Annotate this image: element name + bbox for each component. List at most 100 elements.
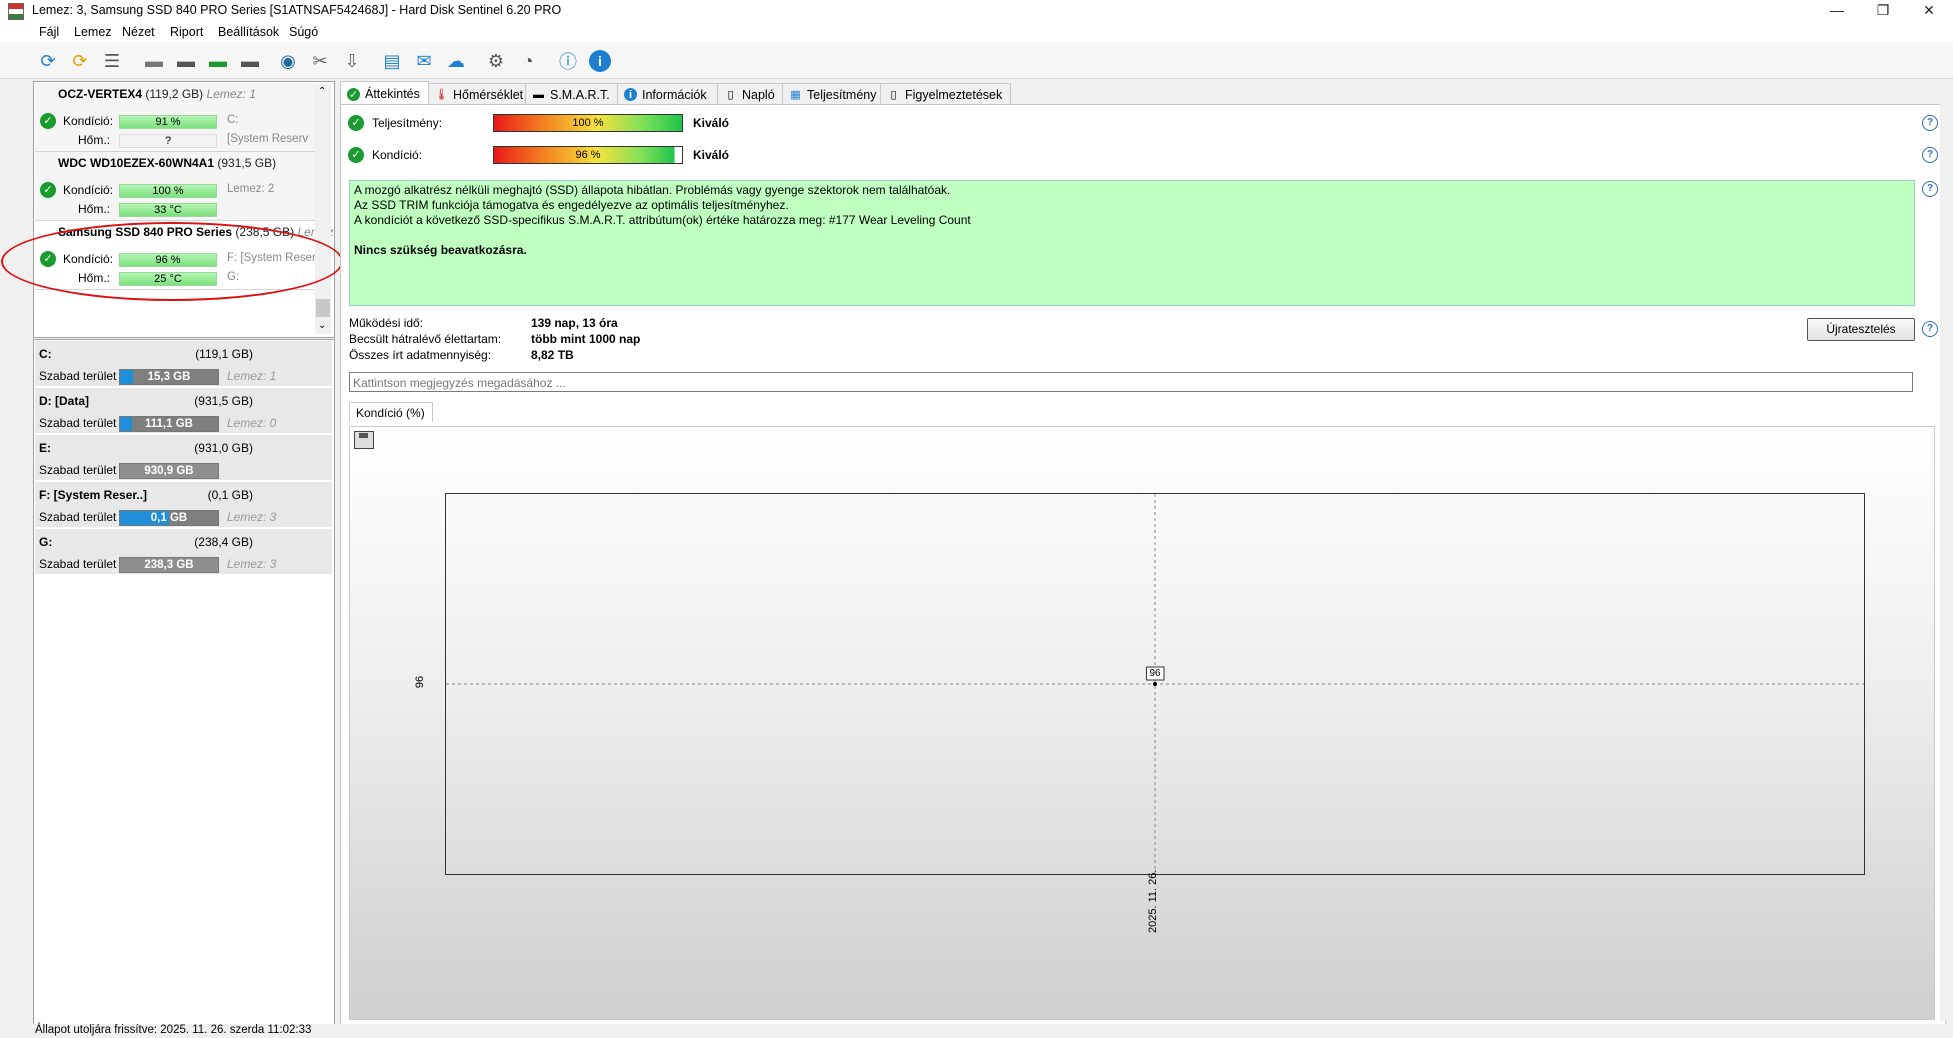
help-icon[interactable]: ? <box>1922 321 1938 337</box>
disk-item-ocz[interactable]: OCZ-VERTEX4 (119,2 GB) Lemez: 1 ✓ Kondíc… <box>35 83 316 152</box>
disk-ref: Lemez: 2 <box>227 183 275 195</box>
toolbar: ⟳ ⟳ ☰ ▬ ▬ ▬ ▬ ◉ ✂ ⇩ ▤ ✉ ☁ ⚙ ◔ ⓘ i <box>0 42 1953 79</box>
disk-gray-icon[interactable]: ▬ <box>141 48 167 74</box>
volume-disk-ref: Lemez: 1 <box>227 369 277 383</box>
disk-header: OCZ-VERTEX4 (119,2 GB) Lemez: 1 <box>58 87 256 101</box>
thermometer-icon: 🌡 <box>434 89 449 101</box>
total-written-label: Összes írt adatmennyiség: <box>349 348 492 362</box>
network-icon[interactable]: ☁ <box>443 48 469 74</box>
free-space-value: 0,1 GB <box>150 512 188 524</box>
ok-check-icon: ✓ <box>348 147 364 163</box>
volume-item-c[interactable]: C: (119,1 GB) Szabad terület 15,3 GB Lem… <box>35 341 332 387</box>
temp-bar: ? <box>119 134 217 148</box>
menu-disk[interactable]: Lemez <box>74 25 112 39</box>
help-icon[interactable]: ⓘ <box>555 48 581 74</box>
retest-button[interactable]: Újratesztelés <box>1807 318 1915 341</box>
free-space-value: 930,9 GB <box>144 465 194 477</box>
disk-name: WDC WD10EZEX-60WN4A1 <box>58 156 215 170</box>
help-icon[interactable]: ? <box>1922 115 1938 131</box>
volume-disk-ref: Lemez: 3 <box>227 557 277 571</box>
tab-smart[interactable]: ▬ S.M.A.R.T. <box>525 83 619 105</box>
settings-icon[interactable]: ⚙ <box>483 48 509 74</box>
y-tick-label: 96 <box>414 675 427 689</box>
performance-bar: 100 % <box>493 114 683 132</box>
volume-item-f[interactable]: F: [System Reser..] (0,1 GB) Szabad terü… <box>35 482 332 528</box>
condition-bar: 100 % <box>119 184 217 198</box>
tab-performance[interactable]: ▦ Teljesítmény <box>782 83 886 105</box>
disk-item-wdc[interactable]: WDC WD10EZEX-60WN4A1 (931,5 GB) ✓ Kondíc… <box>35 152 316 221</box>
disk-schedule-icon[interactable]: ▬ <box>173 48 199 74</box>
save-icon[interactable] <box>354 431 374 449</box>
volume-item-d[interactable]: D: [Data] (931,5 GB) Szabad terület 111,… <box>35 388 332 434</box>
annotation-ellipse <box>1 222 343 301</box>
volume-name: E: <box>39 441 51 455</box>
scroll-thumb[interactable] <box>316 299 330 317</box>
disk-header: WDC WD10EZEX-60WN4A1 (931,5 GB) <box>58 156 276 170</box>
menu-help[interactable]: Súgó <box>289 25 318 39</box>
scroll-down-icon[interactable]: ⌄ <box>318 320 326 331</box>
tab-log[interactable]: ▯ Napló <box>717 83 784 105</box>
maximize-button[interactable]: ❐ <box>1860 0 1906 22</box>
performance-chart-icon: ▦ <box>790 89 801 101</box>
status-message-box: A mozgó alkatrész nélküli meghajtó (SSD)… <box>349 180 1915 306</box>
volume-item-g[interactable]: G: (238,4 GB) Szabad terület 238,3 GB Le… <box>35 529 332 575</box>
refresh-icon[interactable]: ⟳ <box>35 48 61 74</box>
free-space-label: Szabad terület <box>39 369 117 383</box>
condition-value: 96 % <box>575 149 601 161</box>
note-input[interactable]: Kattintson megjegyzés megadásához ... <box>349 372 1913 392</box>
remaining-life-label: Becsült hátralévő élettartam: <box>349 332 502 346</box>
tab-label: Áttekintés <box>365 87 420 101</box>
tab-alerts[interactable]: ▯ Figyelmeztetések <box>880 83 1011 105</box>
condition-chart: 96 96 2025. 11. 26. <box>349 426 1935 1020</box>
document-icon: ▯ <box>727 89 734 101</box>
ok-check-icon: ✓ <box>347 87 360 101</box>
condition-bar: 91 % <box>119 115 217 129</box>
info-icon[interactable]: i <box>587 48 613 74</box>
disk-check-icon[interactable]: ▬ <box>205 48 231 74</box>
close-button[interactable]: ✕ <box>1906 0 1952 22</box>
disk-name: OCZ-VERTEX4 <box>58 87 143 101</box>
volume-size: (931,0 GB) <box>194 441 253 455</box>
help-icon[interactable]: ? <box>1922 147 1938 163</box>
free-space-bar: 0,1 GB <box>119 510 219 526</box>
smart-icon: ▬ <box>533 88 544 101</box>
volume-name: G: <box>39 535 53 549</box>
volume-size: (119,1 GB) <box>195 347 253 361</box>
menu-bar: Fájl Lemez Nézet Riport Beállítások Súgó <box>0 22 1953 42</box>
temp-label: Hőm.: <box>78 202 111 216</box>
scroll-up-icon[interactable]: ⌃ <box>318 86 326 97</box>
disk-search-icon[interactable]: ▬ <box>237 48 263 74</box>
disk-list-scrollbar[interactable]: ⌃ ⌄ <box>315 84 331 334</box>
title-bar: Lemez: 3, Samsung SSD 840 PRO Series [S1… <box>0 0 1953 23</box>
help-icon[interactable]: ? <box>1922 181 1938 197</box>
menu-view[interactable]: Nézet <box>122 25 155 39</box>
uptime-label: Működési idő: <box>349 316 424 330</box>
condition-label: Kondíció: <box>63 183 114 197</box>
tab-label: Napló <box>742 87 775 102</box>
tab-temperature[interactable]: 🌡 Hőmérséklet <box>428 83 536 105</box>
tab-overview[interactable]: ✓ Áttekintés <box>340 81 429 106</box>
total-written-value: 8,82 TB <box>531 348 574 362</box>
tab-bar: ✓ Áttekintés 🌡 Hőmérséklet ▬ S.M.A.R.T. … <box>340 81 1940 106</box>
tab-information[interactable]: i Információk <box>617 83 719 105</box>
disk-list-icon[interactable]: ☰ <box>99 48 125 74</box>
disk-size: (931,5 GB) <box>217 156 277 170</box>
menu-file[interactable]: Fájl <box>39 25 59 39</box>
volume-item-e[interactable]: E: (931,0 GB) Szabad terület 930,9 GB <box>35 435 332 481</box>
disk-export-icon[interactable]: ⇩ <box>339 48 365 74</box>
window-scrollbar[interactable] <box>1940 81 1953 1021</box>
free-space-bar: 238,3 GB <box>119 557 219 573</box>
data-point <box>1153 682 1157 686</box>
chart-tab-condition[interactable]: Kondíció (%) <box>349 402 433 422</box>
disk-tools-icon[interactable]: ✂ <box>307 48 333 74</box>
alerts-icon: ▯ <box>890 89 897 101</box>
volume-disk-ref: Lemez: 3 <box>227 510 277 524</box>
disk-network-icon[interactable]: ◉ <box>275 48 301 74</box>
email-icon[interactable]: ✉ <box>411 48 437 74</box>
sound-icon[interactable]: ◔ <box>515 48 541 74</box>
report-icon[interactable]: ▤ <box>379 48 405 74</box>
menu-settings[interactable]: Beállítások <box>218 25 279 39</box>
menu-report[interactable]: Riport <box>170 25 203 39</box>
minimize-button[interactable]: — <box>1814 0 1860 22</box>
refresh-warning-icon[interactable]: ⟳ <box>67 48 93 74</box>
